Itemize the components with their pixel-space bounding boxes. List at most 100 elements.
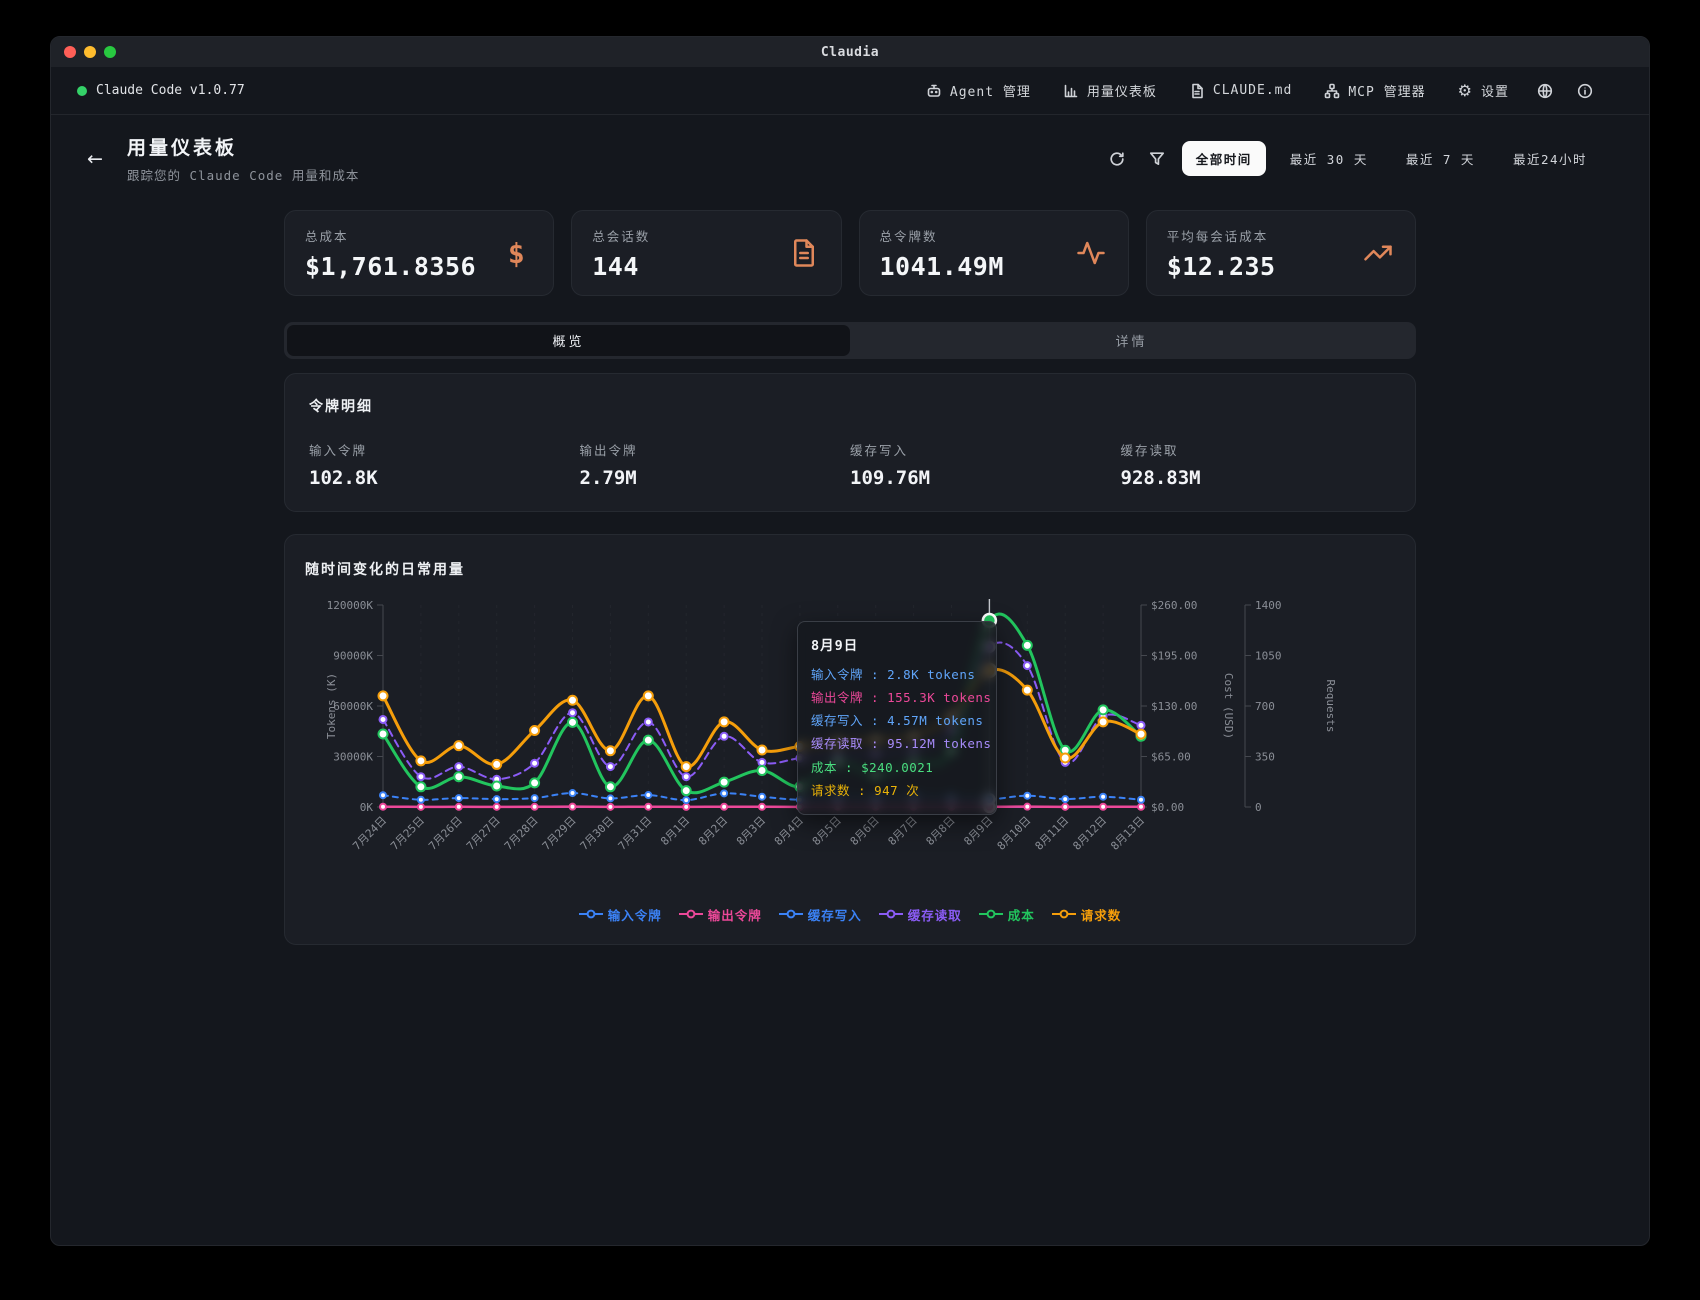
tooltip-row-output: 输出令牌155.3K tokens xyxy=(811,686,983,709)
menu-item-label: 用量仪表板 xyxy=(1087,81,1157,100)
back-button[interactable]: ← xyxy=(77,141,113,177)
svg-text:7月27日: 7月27日 xyxy=(464,814,503,853)
breakdown-label: 输出令牌 xyxy=(580,440,851,459)
breakdown-cache-read: 缓存读取 928.83M xyxy=(1121,440,1392,489)
svg-text:1050: 1050 xyxy=(1255,650,1282,663)
tooltip-date: 8月9日 xyxy=(811,634,983,654)
stat-card-avg-cost-per-session: 平均每会话成本 $12.235 xyxy=(1146,210,1416,296)
breakdown-value: 928.83M xyxy=(1121,467,1392,489)
info-button[interactable] xyxy=(1569,75,1601,107)
close-window-button[interactable] xyxy=(64,46,76,58)
page-title: 用量仪表板 xyxy=(127,133,359,160)
svg-text:$65.00: $65.00 xyxy=(1151,751,1191,764)
svg-text:8月9日: 8月9日 xyxy=(961,814,995,848)
svg-text:7月29日: 7月29日 xyxy=(540,814,579,853)
tab-details[interactable]: 详情 xyxy=(850,325,1413,356)
stats-row: 总成本 $1,761.8356 $ 总会话数 144 总令牌数 1041.49M xyxy=(284,210,1416,296)
menu-item-mcp-manager[interactable]: MCP 管理器 xyxy=(1312,74,1437,107)
menu-item-label: CLAUDE.md xyxy=(1213,83,1292,98)
svg-text:$195.00: $195.00 xyxy=(1151,650,1197,663)
svg-text:8月6日: 8月6日 xyxy=(848,814,882,848)
svg-text:1400: 1400 xyxy=(1255,599,1282,612)
tooltip-row-requests: 请求数947 次 xyxy=(811,779,983,802)
svg-text:700: 700 xyxy=(1255,700,1275,713)
breakdown-label: 缓存写入 xyxy=(850,440,1121,459)
app-window: Claudia Claude Code v1.0.77 Agent 管理 用量仪… xyxy=(50,36,1650,1246)
app-version-label: Claude Code v1.0.77 xyxy=(96,83,245,98)
filter-all-time[interactable]: 全部时间 xyxy=(1182,141,1266,176)
gear-icon: ⚙ xyxy=(1458,83,1473,99)
status-dot-icon xyxy=(77,86,87,96)
svg-text:8月11日: 8月11日 xyxy=(1033,814,1072,853)
breakdown-value: 2.79M xyxy=(580,467,851,489)
tabs: 概览 详情 xyxy=(284,322,1416,359)
stat-card-total-tokens: 总令牌数 1041.49M xyxy=(859,210,1129,296)
filter-last-30-days[interactable]: 最近 30 天 xyxy=(1276,141,1382,176)
svg-text:Tokens (K): Tokens (K) xyxy=(325,673,338,739)
page-subtitle: 跟踪您的 Claude Code 用量和成本 xyxy=(127,165,359,184)
tooltip-row-cache-read: 缓存读取95.12M tokens xyxy=(811,732,983,755)
svg-text:0K: 0K xyxy=(360,801,374,814)
svg-text:Cost (USD): Cost (USD) xyxy=(1222,673,1235,739)
svg-text:7月26日: 7月26日 xyxy=(426,814,465,853)
menu-item-label: 设置 xyxy=(1481,81,1509,100)
file-text-icon xyxy=(787,236,821,270)
filter-last-24-hours[interactable]: 最近24小时 xyxy=(1499,141,1601,176)
chart-legend: 输入令牌 输出令牌 缓存写入 缓存读取 成本 请求数 xyxy=(305,905,1395,928)
tooltip-row-input: 输入令牌2.8K tokens xyxy=(811,663,983,686)
svg-text:30000K: 30000K xyxy=(333,751,373,764)
svg-text:7月30日: 7月30日 xyxy=(578,814,617,853)
stat-label: 总令牌数 xyxy=(880,226,1004,245)
stat-value: $12.235 xyxy=(1167,252,1276,281)
svg-text:120000K: 120000K xyxy=(327,599,374,612)
traffic-lights xyxy=(64,37,116,67)
menu-item-agents[interactable]: Agent 管理 xyxy=(914,74,1043,107)
breakdown-output-tokens: 输出令牌 2.79M xyxy=(580,440,851,489)
legend-output-tokens: 输出令牌 xyxy=(679,905,762,924)
breakdown-input-tokens: 输入令牌 102.8K xyxy=(309,440,580,489)
svg-text:8月12日: 8月12日 xyxy=(1070,814,1109,853)
svg-text:8月3日: 8月3日 xyxy=(734,814,768,848)
svg-text:8月13日: 8月13日 xyxy=(1108,814,1147,853)
globe-icon xyxy=(1537,83,1553,99)
filter-last-7-days[interactable]: 最近 7 天 xyxy=(1392,141,1489,176)
activity-icon xyxy=(1074,236,1108,270)
legend-requests: 请求数 xyxy=(1052,905,1122,924)
legend-cache-write: 缓存写入 xyxy=(779,905,862,924)
chart-tooltip: 8月9日 输入令牌2.8K tokens 输出令牌155.3K tokens 缓… xyxy=(797,621,997,815)
network-icon xyxy=(1324,83,1340,99)
tooltip-row-cache-write: 缓存写入4.57M tokens xyxy=(811,709,983,732)
stat-value: $1,761.8356 xyxy=(305,252,476,281)
minimize-window-button[interactable] xyxy=(84,46,96,58)
maximize-window-button[interactable] xyxy=(104,46,116,58)
menu-item-settings[interactable]: ⚙ 设置 xyxy=(1446,74,1521,107)
chart-title: 随时间变化的日常用量 xyxy=(305,559,1395,579)
window-title: Claudia xyxy=(821,45,879,60)
page-header: ← 用量仪表板 跟踪您的 Claude Code 用量和成本 全部时间 最近 3… xyxy=(51,115,1649,202)
stat-label: 平均每会话成本 xyxy=(1167,226,1276,245)
token-breakdown-title: 令牌明细 xyxy=(309,396,1391,416)
stat-value: 144 xyxy=(592,252,650,281)
info-icon xyxy=(1577,83,1593,99)
menu-item-label: Agent 管理 xyxy=(950,81,1031,100)
stat-card-total-sessions: 总会话数 144 xyxy=(571,210,841,296)
menu-item-usage-dashboard[interactable]: 用量仪表板 xyxy=(1051,74,1169,107)
svg-text:350: 350 xyxy=(1255,751,1275,764)
stat-label: 总会话数 xyxy=(592,226,650,245)
legend-cache-read: 缓存读取 xyxy=(879,905,962,924)
menu-item-label: MCP 管理器 xyxy=(1348,81,1425,100)
filter-button[interactable] xyxy=(1142,144,1172,174)
trending-up-icon xyxy=(1361,236,1395,270)
tooltip-row-cost: 成本$240.0021 xyxy=(811,756,983,779)
refresh-button[interactable] xyxy=(1102,144,1132,174)
token-breakdown-panel: 令牌明细 输入令牌 102.8K 输出令牌 2.79M 缓存写入 109.76M… xyxy=(284,373,1416,512)
svg-text:0: 0 xyxy=(1255,801,1262,814)
svg-text:$0.00: $0.00 xyxy=(1151,801,1184,814)
menu-item-claude-md[interactable]: CLAUDE.md xyxy=(1177,76,1304,106)
svg-text:7月31日: 7月31日 xyxy=(616,814,655,853)
svg-text:7月25日: 7月25日 xyxy=(388,814,427,853)
file-text-icon xyxy=(1189,83,1205,99)
language-button[interactable] xyxy=(1529,75,1561,107)
tab-overview[interactable]: 概览 xyxy=(287,325,850,356)
svg-text:8月5日: 8月5日 xyxy=(810,814,844,848)
